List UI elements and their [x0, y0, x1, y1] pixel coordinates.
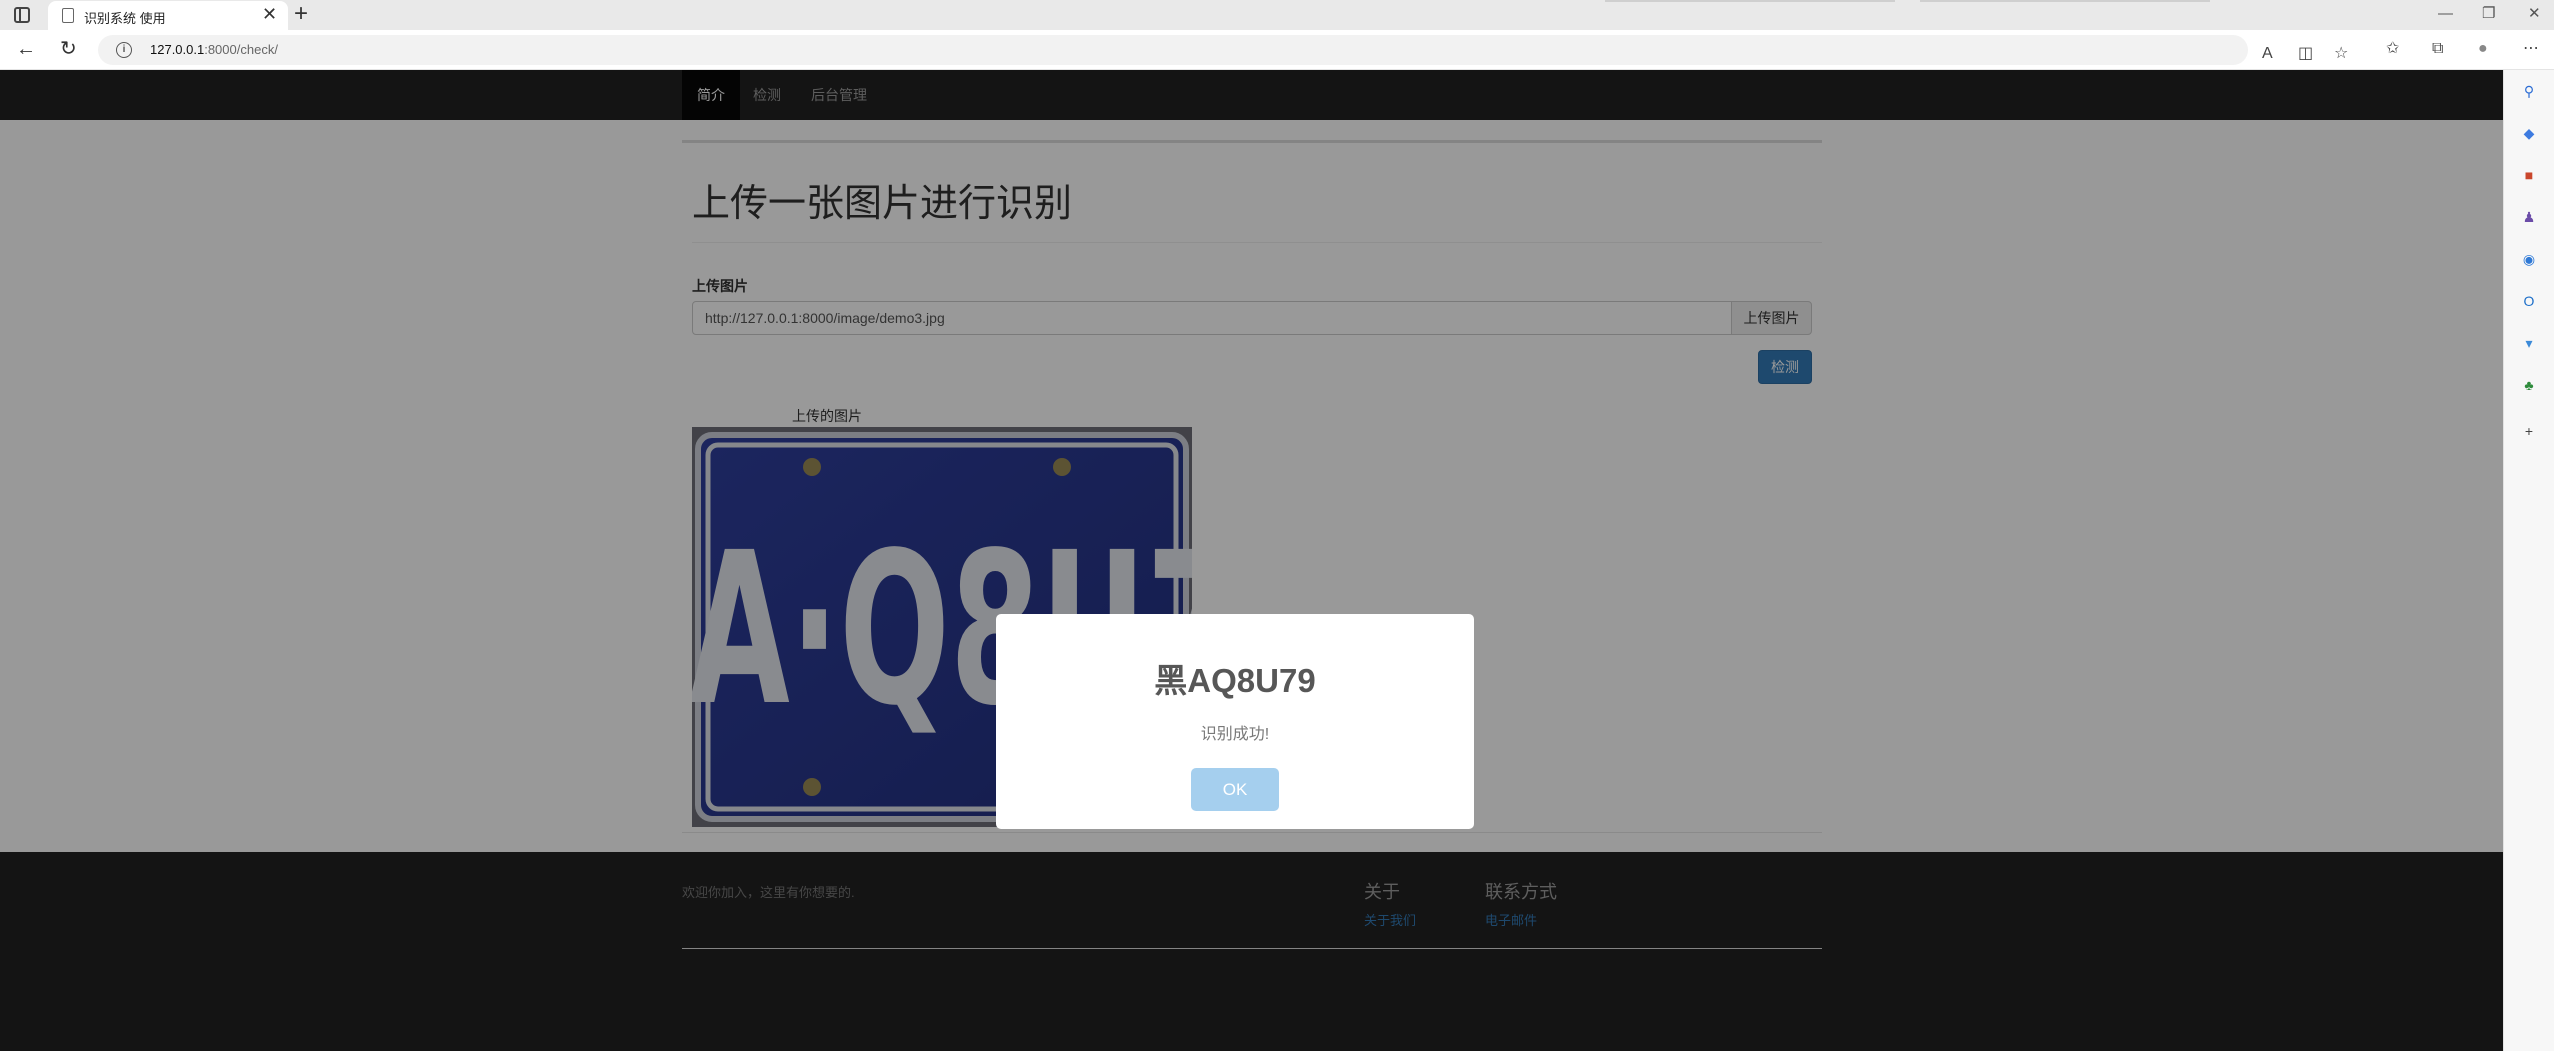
add-icon[interactable]: + — [2520, 422, 2538, 440]
site-info-icon[interactable]: i — [116, 42, 132, 58]
url-host: 127.0.0.1 — [150, 42, 205, 57]
drop-icon[interactable]: ▾ — [2520, 334, 2538, 352]
close-window-button[interactable]: ✕ — [2528, 5, 2541, 23]
browser-toolbar: ← ↻ i 127.0.0.1:8000/check/ A ◫ ☆ ✩ ⧉ ● … — [0, 30, 2554, 70]
browser-tab[interactable]: 识别系统 使用 ✕ — [48, 1, 288, 30]
modal-overlay[interactable] — [0, 70, 2503, 1051]
add-favorite-icon[interactable]: ☆ — [2334, 45, 2348, 63]
search-icon[interactable]: ⚲ — [2520, 82, 2538, 100]
games-icon[interactable]: ♟ — [2520, 208, 2538, 226]
maximize-button[interactable]: ❐ — [2482, 5, 2495, 23]
tab-ghost-divider — [1920, 0, 2210, 2]
address-bar[interactable]: i 127.0.0.1:8000/check/ A ◫ ☆ — [98, 35, 2348, 65]
browser-tab-bar: 识别系统 使用 ✕ + — ❐ ✕ — [0, 0, 2554, 30]
reload-icon[interactable]: ↻ — [60, 38, 77, 60]
back-arrow-icon[interactable]: ← — [16, 38, 36, 60]
browser-sidebar: ⚲ ◆ ■ ♟ ◉ O ▾ ♣ + — [2503, 70, 2554, 1051]
profile-avatar-icon[interactable]: ● — [2478, 40, 2488, 58]
collections-icon[interactable]: ⧉ — [2432, 40, 2443, 58]
dialog-title: 黑AQ8U79 — [1154, 662, 1316, 699]
favorites-icon[interactable]: ✩ — [2386, 40, 2399, 58]
toolbox-icon[interactable]: ■ — [2520, 166, 2538, 184]
tab-close-icon[interactable]: ✕ — [262, 5, 277, 23]
page-favicon-icon — [62, 8, 74, 23]
result-dialog: 黑AQ8U79 识别成功! OK — [996, 614, 1474, 829]
tab-actions-icon[interactable] — [14, 7, 30, 23]
url-path: :8000/check/ — [204, 42, 278, 57]
read-aloud-icon[interactable]: A — [2262, 45, 2273, 63]
dialog-message: 识别成功! — [1200, 726, 1270, 743]
outlook-icon[interactable]: O — [2520, 292, 2538, 310]
split-screen-icon[interactable]: ◫ — [2298, 45, 2313, 63]
tree-icon[interactable]: ♣ — [2520, 376, 2538, 394]
url-text[interactable]: 127.0.0.1:8000/check/ — [150, 42, 278, 57]
minimize-button[interactable]: — — [2438, 5, 2453, 23]
new-tab-button[interactable]: + — [294, 1, 308, 27]
shopping-tag-icon[interactable]: ◆ — [2520, 124, 2538, 142]
more-menu-icon[interactable]: ⋯ — [2523, 40, 2539, 58]
tab-title: 识别系统 使用 — [84, 11, 166, 26]
copilot-icon[interactable]: ◉ — [2520, 250, 2538, 268]
tab-ghost-divider — [1605, 0, 1895, 2]
ok-button[interactable]: OK — [1191, 768, 1279, 811]
